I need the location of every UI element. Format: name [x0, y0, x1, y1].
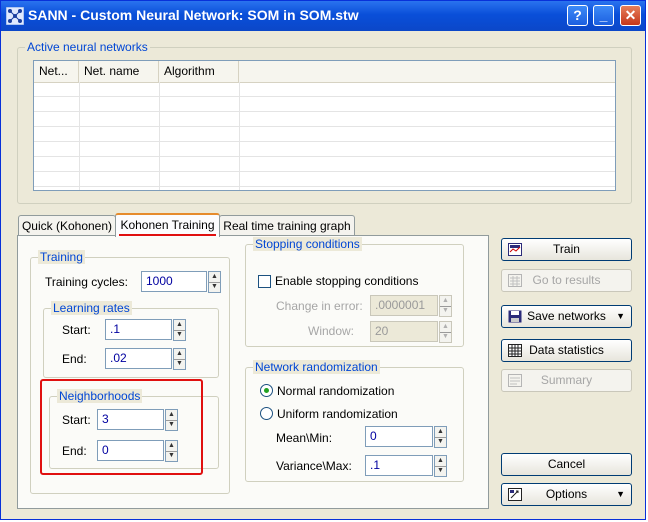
- data-statistics-label: Data statistics: [529, 343, 604, 357]
- summary-label: Summary: [540, 373, 593, 387]
- spin-down-icon[interactable]: ▼: [174, 330, 185, 340]
- normal-randomization-label[interactable]: Normal randomization: [277, 384, 394, 398]
- active-networks-list[interactable]: Net... Net. name Algorithm: [33, 60, 616, 191]
- save-networks-label: Save networks: [527, 309, 606, 323]
- spin-down-icon[interactable]: ▼: [435, 466, 446, 476]
- learning-rates-label: Learning rates: [51, 301, 132, 315]
- list-row: [34, 97, 615, 112]
- neighborhoods-highlight-box: [40, 379, 203, 475]
- change-in-error-input[interactable]: .0000001: [370, 295, 438, 316]
- change-in-error-spinner[interactable]: ▲ ▼: [439, 295, 452, 317]
- summary-icon: [508, 374, 522, 387]
- mean-min-label: Mean\Min:: [276, 431, 333, 445]
- learning-rate-end-label: End:: [62, 352, 87, 366]
- training-cycles-spinner[interactable]: ▲ ▼: [208, 271, 221, 293]
- list-row: [34, 172, 615, 187]
- mean-min-spinner[interactable]: ▲ ▼: [434, 426, 447, 448]
- minimize-button[interactable]: _: [593, 5, 614, 26]
- enable-stopping-checkbox[interactable]: [258, 275, 271, 288]
- active-networks-label: Active neural networks: [25, 40, 150, 54]
- column-header-algorithm[interactable]: Algorithm: [159, 61, 239, 82]
- learning-rate-start-spinner[interactable]: ▲ ▼: [173, 319, 186, 341]
- dialog-window: SANN - Custom Neural Network: SOM in SOM…: [0, 0, 646, 520]
- window-title: SANN - Custom Neural Network: SOM in SOM…: [28, 7, 359, 23]
- options-button[interactable]: Options ▼: [501, 483, 632, 506]
- window-input[interactable]: 20: [370, 321, 438, 342]
- train-icon: [508, 243, 522, 256]
- floppy-disk-icon: [508, 310, 522, 323]
- enable-stopping-label[interactable]: Enable stopping conditions: [275, 274, 418, 288]
- results-icon: [508, 274, 522, 287]
- list-row: [34, 112, 615, 127]
- stopping-conditions-label: Stopping conditions: [253, 237, 362, 251]
- list-row: [34, 142, 615, 157]
- cancel-button[interactable]: Cancel: [501, 453, 632, 476]
- summary-button[interactable]: Summary: [501, 369, 632, 392]
- tab-annotation-underline: [119, 234, 216, 236]
- training-cycles-input[interactable]: 1000: [141, 271, 207, 292]
- normal-randomization-radio[interactable]: [260, 384, 273, 397]
- spin-down-icon[interactable]: ▼: [440, 332, 451, 342]
- network-randomization-label: Network randomization: [253, 360, 380, 374]
- chevron-down-icon: ▼: [616, 489, 625, 499]
- learning-rate-end-spinner[interactable]: ▲ ▼: [173, 348, 186, 370]
- tab-real-time-training-graph[interactable]: Real time training graph: [219, 215, 355, 235]
- spin-down-icon[interactable]: ▼: [435, 437, 446, 447]
- options-icon: [508, 488, 522, 501]
- change-in-error-label: Change in error:: [276, 299, 363, 313]
- training-cycles-label: Training cycles:: [45, 275, 128, 289]
- save-networks-button[interactable]: Save networks ▼: [501, 305, 632, 328]
- list-row: [34, 157, 615, 172]
- window-spinner[interactable]: ▲ ▼: [439, 321, 452, 343]
- data-statistics-button[interactable]: Data statistics: [501, 339, 632, 362]
- column-header-net-name[interactable]: Net. name: [79, 61, 159, 82]
- list-row: [34, 82, 615, 97]
- training-label: Training: [38, 250, 85, 264]
- list-row: [34, 127, 615, 142]
- list-header: Net... Net. name Algorithm: [34, 61, 615, 83]
- learning-rate-end-input[interactable]: .02: [105, 348, 172, 369]
- spin-down-icon[interactable]: ▼: [440, 306, 451, 316]
- help-button[interactable]: ?: [567, 5, 588, 26]
- go-to-results-button[interactable]: Go to results: [501, 269, 632, 292]
- tab-quick-kohonen[interactable]: Quick (Kohonen): [18, 215, 116, 235]
- mean-min-input[interactable]: 0: [365, 426, 433, 447]
- variance-max-spinner[interactable]: ▲ ▼: [434, 455, 447, 477]
- cancel-label: Cancel: [547, 457, 586, 471]
- learning-rate-start-label: Start:: [62, 323, 91, 337]
- spin-down-icon[interactable]: ▼: [174, 359, 185, 369]
- window-label: Window:: [308, 324, 355, 338]
- variance-max-input[interactable]: .1: [365, 455, 433, 476]
- column-header-net[interactable]: Net...: [34, 61, 79, 82]
- train-label: Train: [553, 242, 580, 256]
- close-button[interactable]: ✕: [620, 5, 641, 26]
- uniform-randomization-label[interactable]: Uniform randomization: [277, 407, 398, 421]
- go-to-results-label: Go to results: [532, 273, 601, 287]
- statistics-grid-icon: [508, 344, 522, 357]
- network-app-icon: [6, 7, 24, 25]
- train-button[interactable]: Train: [501, 238, 632, 261]
- learning-rate-start-input[interactable]: .1: [105, 319, 172, 340]
- options-label: Options: [545, 487, 588, 501]
- title-bar[interactable]: SANN - Custom Neural Network: SOM in SOM…: [1, 1, 645, 31]
- spin-down-icon[interactable]: ▼: [209, 282, 220, 292]
- uniform-randomization-radio[interactable]: [260, 407, 273, 420]
- variance-max-label: Variance\Max:: [276, 459, 352, 473]
- chevron-down-icon: ▼: [616, 311, 625, 321]
